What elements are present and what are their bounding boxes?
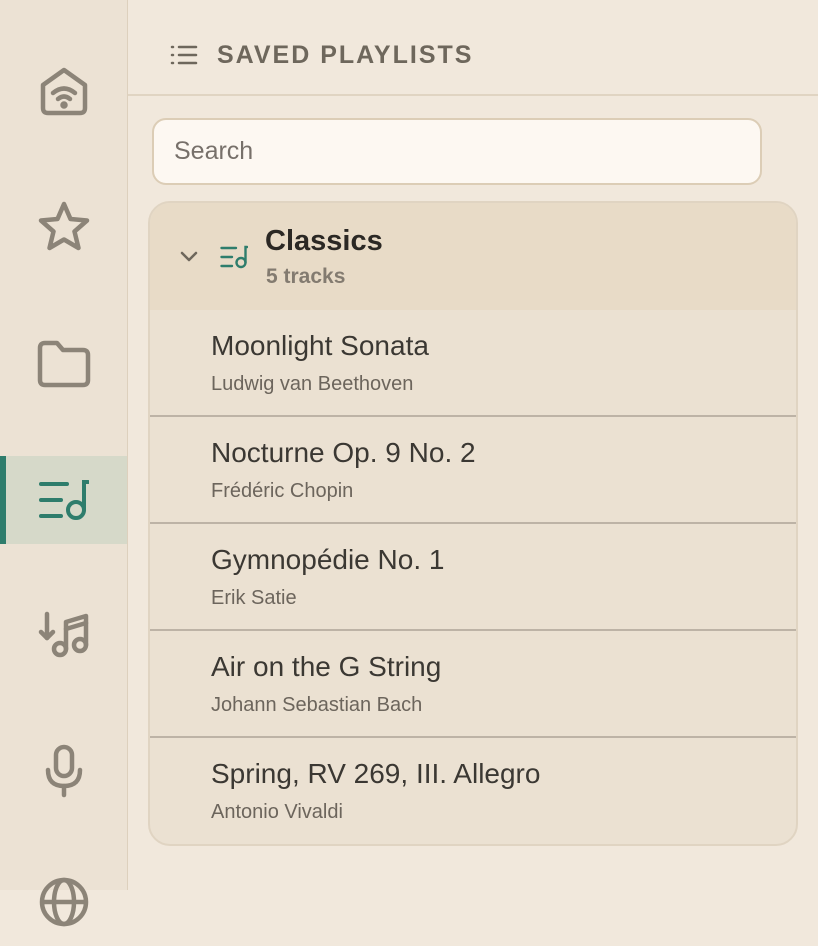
playlist-header[interactable]: Classics 5 tracks — [150, 203, 796, 310]
track-artist: Antonio Vivaldi — [211, 801, 343, 823]
chevron-down-icon[interactable] — [180, 250, 198, 262]
sidebar-item-home[interactable] — [0, 47, 127, 135]
playlist-name: Classics — [265, 225, 383, 257]
track-row[interactable]: Air on the G String Johann Sebastian Bac… — [150, 631, 796, 738]
smart-home-icon — [40, 67, 87, 116]
page-title: SAVED PLAYLISTS — [217, 41, 474, 69]
main-panel: SAVED PLAYLISTS Classics 5 tracks Moonli… — [128, 0, 818, 890]
track-artist: Erik Satie — [211, 587, 297, 609]
track-title: Moonlight Sonata — [211, 330, 429, 361]
star-icon — [38, 201, 89, 251]
track-artist: Johann Sebastian Bach — [211, 694, 423, 716]
list-icon — [170, 45, 198, 65]
track-title: Gymnopédie No. 1 — [211, 544, 445, 575]
track-row[interactable]: Nocturne Op. 9 No. 2 Frédéric Chopin — [150, 417, 796, 524]
track-artist: Ludwig van Beethoven — [211, 373, 414, 395]
track-title: Air on the G String — [211, 651, 442, 682]
playlist-icon — [38, 480, 89, 520]
microphone-icon — [45, 744, 82, 798]
track-row[interactable]: Gymnopédie No. 1 Erik Satie — [150, 524, 796, 631]
sidebar-item-downloads[interactable] — [0, 590, 127, 678]
playlist-track-count: 5 tracks — [266, 265, 346, 288]
track-row[interactable]: Moonlight Sonata Ludwig van Beethoven — [150, 310, 796, 417]
sidebar — [0, 0, 128, 927]
playlist-icon — [220, 245, 248, 269]
sidebar-item-radio[interactable] — [0, 858, 127, 946]
track-title: Nocturne Op. 9 No. 2 — [211, 437, 476, 468]
sidebar-item-folders[interactable] — [0, 320, 127, 408]
music-download-icon — [38, 611, 88, 658]
panel-header: SAVED PLAYLISTS — [128, 0, 818, 96]
globe-icon — [39, 877, 88, 927]
track-artist: Frédéric Chopin — [211, 480, 354, 502]
track-title: Spring, RV 269, III. Allegro — [211, 758, 541, 789]
sidebar-item-favorites[interactable] — [0, 183, 127, 271]
folder-icon — [37, 340, 90, 388]
playlist-card: Classics 5 tracks Moonlight Sonata Ludwi… — [148, 201, 798, 846]
search-input[interactable] — [152, 118, 762, 185]
track-row[interactable]: Spring, RV 269, III. Allegro Antonio Viv… — [150, 738, 796, 844]
sidebar-item-playlists[interactable] — [0, 456, 127, 544]
sidebar-item-podcasts[interactable] — [0, 727, 127, 815]
